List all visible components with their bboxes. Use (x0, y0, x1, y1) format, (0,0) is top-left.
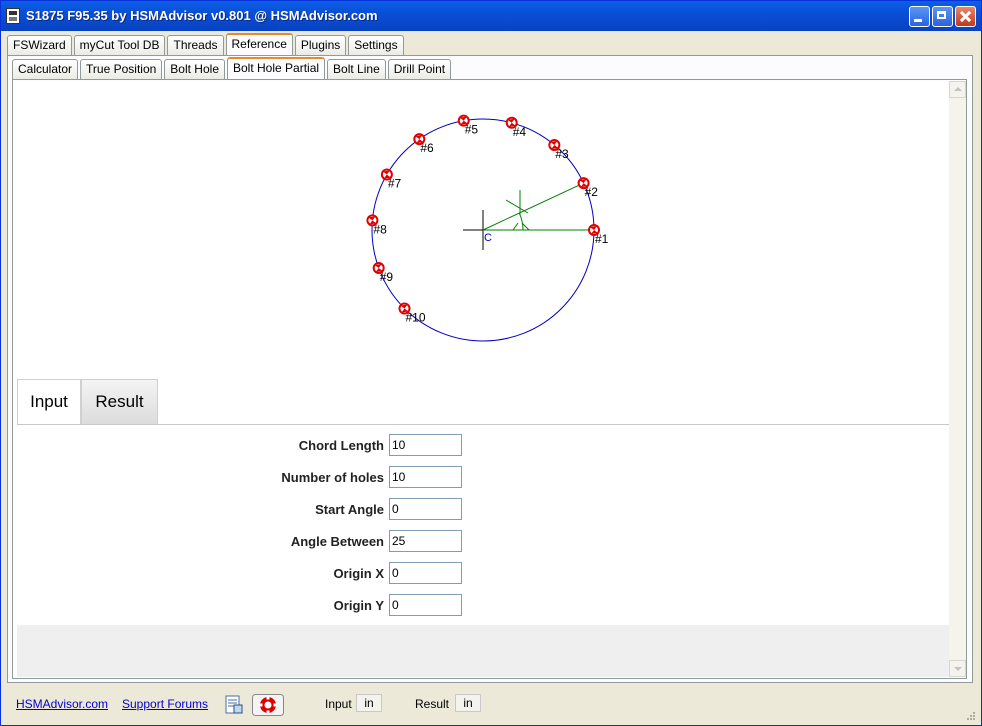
tab-true-position[interactable]: True Position (80, 59, 163, 79)
bolt-hole-label: #2 (585, 185, 599, 199)
start-angle-input[interactable] (389, 498, 462, 520)
bolt-hole-label: #6 (420, 141, 434, 155)
arrow-up-icon (954, 87, 962, 91)
bolt-hole-label: #4 (513, 125, 527, 139)
reference-sub-tabs: Calculator True Position Bolt Hole Bolt … (12, 57, 453, 79)
minimize-button[interactable] (909, 6, 930, 27)
tab-plugins[interactable]: Plugins (294, 35, 347, 55)
io-tabs: Input Result (17, 379, 158, 424)
scroll-up-button[interactable] (949, 81, 966, 98)
resize-grip-icon[interactable] (966, 711, 976, 721)
title-bar[interactable]: S1875 F95.35 by HSMAdvisor v0.801 @ HSMA… (1, 1, 981, 31)
number-of-holes-input[interactable] (389, 466, 462, 488)
tab-bolt-hole[interactable]: Bolt Hole (164, 59, 225, 79)
bolt-hole-label: #5 (465, 123, 479, 137)
support-forums-link[interactable]: Support Forums (122, 697, 208, 711)
main-tabs: FSWizard myCut Tool DB Threads Reference… (7, 33, 406, 55)
radius-line-2 (482, 182, 584, 231)
chord-length-label: Chord Length (298, 438, 384, 453)
maximize-icon (933, 7, 952, 26)
form-row-chord-length: Chord Length (17, 434, 949, 456)
bolt-hole-label: #8 (373, 222, 387, 236)
origin-y-input[interactable] (389, 594, 462, 616)
origin-x-label: Origin X (333, 566, 384, 581)
bolt-hole-label: #3 (555, 147, 569, 161)
tab-calculator[interactable]: Calculator (12, 59, 79, 79)
form-footer-area (17, 625, 949, 677)
bisector-tick-2 (505, 199, 529, 214)
tab-reference[interactable]: Reference (225, 33, 293, 55)
form-row-origin-y: Origin Y (17, 594, 949, 616)
center-label: C (484, 232, 492, 244)
maximize-button[interactable] (932, 6, 953, 27)
app-window: S1875 F95.35 by HSMAdvisor v0.801 @ HSMA… (0, 0, 982, 726)
tab-drill-point[interactable]: Drill Point (387, 59, 452, 79)
form-row-origin-x: Origin X (17, 562, 949, 584)
notes-icon[interactable] (224, 695, 244, 715)
close-button[interactable] (955, 6, 976, 27)
form-row-number-of-holes: Number of holes (17, 466, 949, 488)
number-of-holes-label: Number of holes (281, 470, 384, 485)
app-icon[interactable] (6, 8, 20, 24)
tab-threads[interactable]: Threads (167, 35, 224, 55)
bolt-hole-label: #9 (380, 270, 394, 284)
angle-arc (518, 212, 524, 231)
bolt-hole-label: #10 (406, 310, 426, 324)
result-units-label: Result (415, 697, 450, 711)
form-row-start-angle: Start Angle (17, 498, 949, 520)
origin-x-input[interactable] (389, 562, 462, 584)
input-form: Chord Length Number of holes Start Angle… (17, 424, 949, 626)
chord-length-input[interactable] (389, 434, 462, 456)
minimize-icon (910, 7, 929, 26)
tab-settings[interactable]: Settings (348, 35, 404, 55)
vertical-scrollbar[interactable] (949, 81, 966, 677)
tab-bolt-line[interactable]: Bolt Line (327, 59, 386, 79)
bolt-hole-label: #7 (388, 177, 402, 191)
tab-mycut-tool-db[interactable]: myCut Tool DB (73, 35, 166, 55)
bolt-hole-label: #1 (595, 232, 609, 246)
input-units-label: Input (325, 697, 352, 711)
tab-fswizard[interactable]: FSWizard (7, 35, 72, 55)
angle-between-label: Angle Between (290, 534, 384, 549)
arrow-down-icon (954, 667, 962, 671)
window-title: S1875 F95.35 by HSMAdvisor v0.801 @ HSMA… (26, 8, 378, 23)
input-units-value[interactable]: in (356, 694, 382, 712)
result-units-value[interactable]: in (455, 694, 481, 712)
lifebuoy-icon[interactable] (252, 694, 284, 716)
angle-between-input[interactable] (389, 530, 462, 552)
tab-input[interactable]: Input (17, 379, 81, 424)
tab-result[interactable]: Result (81, 379, 158, 424)
start-angle-label: Start Angle (315, 502, 384, 517)
close-icon (956, 7, 975, 26)
scroll-down-button[interactable] (949, 660, 966, 677)
bolt-hole-diagram: C #1 #2 #3 #4 #5 #6 #7 #8 #9 #10 (366, 114, 609, 342)
tab-bolt-hole-partial[interactable]: Bolt Hole Partial (227, 57, 326, 79)
form-row-angle-between: Angle Between (17, 530, 949, 552)
bisector-tick-3 (512, 222, 519, 231)
status-bar: HSMAdvisor.com Support Forums Input in R… (1, 685, 981, 725)
hsmadvisor-link[interactable]: HSMAdvisor.com (16, 697, 108, 711)
origin-y-label: Origin Y (333, 598, 384, 613)
